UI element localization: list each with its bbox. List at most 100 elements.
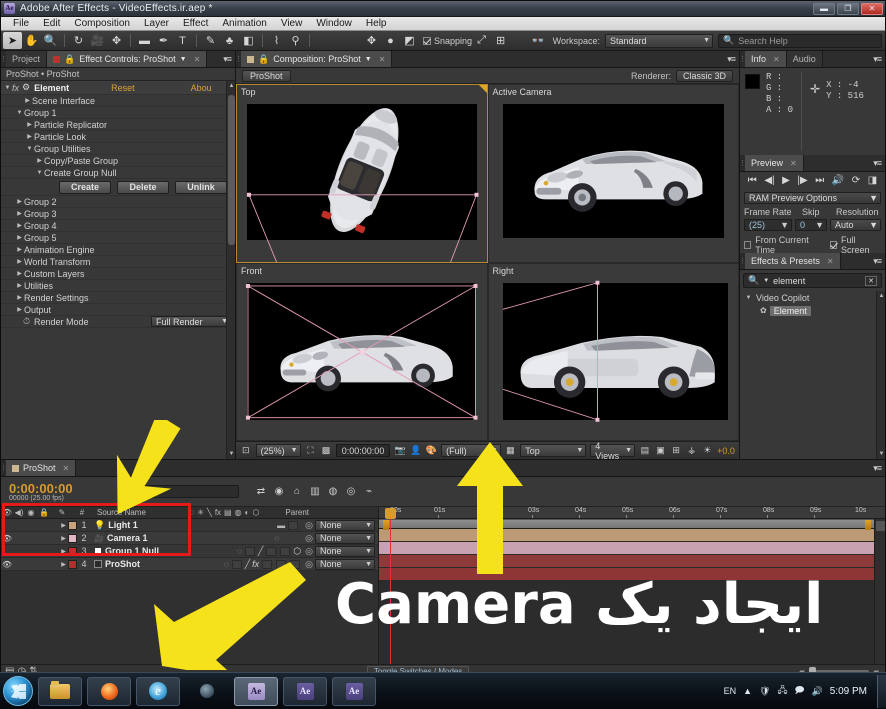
workspace-dropdown[interactable]: Standard ▼ — [605, 33, 713, 48]
disclosure-triangle-icon[interactable]: ▶ — [25, 121, 34, 128]
disclosure-triangle-icon[interactable]: ▶ — [15, 198, 24, 205]
property-row[interactable]: ▼ Group 1 — [1, 107, 235, 119]
viewport-active-camera[interactable]: Active Camera — [487, 84, 739, 263]
taskbar-media-button[interactable] — [185, 677, 229, 706]
3d-layer-icon[interactable]: ⬡ — [293, 546, 301, 557]
close-icon[interactable]: ✕ — [63, 464, 70, 473]
view-layout-dropdown[interactable]: Top ▼ — [520, 444, 587, 457]
parent-dropdown[interactable]: None ▼ — [315, 519, 375, 531]
video-toggle[interactable]: 👁 — [1, 534, 13, 543]
menu-animation[interactable]: Animation — [215, 17, 273, 31]
parent-dropdown[interactable]: None ▼ — [315, 532, 375, 544]
effect-controls-scrollbar[interactable]: ▲ ▼ — [226, 81, 235, 459]
frame-rate-dropdown[interactable]: (25) ▼ — [744, 219, 792, 231]
taskbar-ie-button[interactable] — [136, 676, 180, 706]
first-frame-button[interactable]: ⏮ — [748, 175, 757, 186]
lock-icon[interactable]: 🔒 — [64, 54, 75, 65]
taskbar-ae-button-3[interactable]: Ae — [332, 676, 376, 706]
parent-pick-whip-icon[interactable]: ◎ — [305, 520, 313, 531]
viewport-front[interactable]: Front — [236, 262, 488, 441]
layer-color-chip[interactable] — [68, 546, 77, 556]
about-link[interactable]: Abou — [191, 83, 212, 93]
menu-composition[interactable]: Composition — [67, 17, 137, 31]
action-center-icon[interactable]: 🗩 — [795, 683, 805, 699]
transparency-grid-icon[interactable]: ▩ — [320, 444, 332, 457]
layer-switch[interactable] — [288, 520, 299, 530]
puppet-tool-icon[interactable]: ⚲ — [286, 32, 305, 49]
switch-icons[interactable]: ▬ — [277, 521, 285, 530]
switch-icons[interactable]: ◌ — [237, 547, 242, 556]
tab-timeline-proshot[interactable]: ProShot ✕ — [6, 460, 77, 476]
eraser-tool-icon[interactable]: ◧ — [239, 32, 258, 49]
panel-menu-icon[interactable]: ▾≡ — [873, 463, 882, 474]
menu-view[interactable]: View — [274, 17, 310, 31]
lock-icon[interactable]: 🔒 — [258, 54, 269, 65]
draft-3d-icon[interactable]: ◉ — [271, 485, 287, 499]
disclosure-triangle-icon[interactable]: ▶ — [23, 97, 32, 104]
menu-help[interactable]: Help — [359, 17, 394, 31]
audio-button[interactable]: 🔊 — [832, 175, 844, 186]
network-icon[interactable]: 🖧 — [777, 683, 787, 699]
resolution-dropdown[interactable]: Auto ▼ — [830, 219, 881, 231]
zoom-tool-icon[interactable]: 🔍 — [41, 32, 60, 49]
comp-name-button[interactable]: ProShot — [242, 69, 291, 82]
property-row[interactable]: ▼ Create Group Null — [1, 167, 235, 179]
property-row[interactable]: ▶ Output — [1, 304, 235, 316]
brainstorm-icon[interactable]: ◎ — [343, 485, 359, 499]
disclosure-triangle-icon[interactable]: ▶ — [15, 282, 24, 289]
effects-list-scrollbar[interactable]: ▲ ▼ — [876, 291, 885, 459]
create-button[interactable]: Create — [59, 180, 111, 194]
security-icon[interactable]: 🛡 — [759, 686, 770, 697]
property-row[interactable]: ▶ Group 5 — [1, 232, 235, 244]
ram-preview-options-dropdown[interactable]: RAM Preview Options ▼ — [744, 192, 881, 204]
close-icon[interactable]: ✕ — [379, 55, 386, 64]
selection-tool-icon[interactable]: ➤ — [3, 32, 22, 49]
hide-shy-icon[interactable]: ⌂ — [289, 485, 305, 499]
camera-tool-icon[interactable]: 🎥 — [88, 32, 107, 49]
property-row[interactable]: ▶ Group 3 — [1, 208, 235, 220]
panel-menu-icon[interactable]: ▾≡ — [873, 256, 882, 267]
work-area-start-handle[interactable] — [383, 520, 389, 530]
language-indicator[interactable]: EN — [724, 686, 737, 696]
property-row[interactable]: ▶ Particle Look — [1, 131, 235, 143]
tab-project[interactable]: Project — [6, 51, 48, 67]
current-time-display[interactable]: 0:00:00:00 00000 (25.00 fps) — [1, 482, 119, 502]
effect-item-row[interactable]: ✿ Element — [740, 304, 885, 317]
scroll-up-icon[interactable]: ▲ — [227, 81, 235, 91]
scrollbar-thumb[interactable] — [228, 95, 235, 245]
safe-zones-icon[interactable]: ⊡ — [240, 444, 252, 457]
show-snapshot-icon[interactable]: 👤 — [410, 444, 422, 457]
minimize-button[interactable]: ▬ — [813, 2, 835, 15]
property-row[interactable]: ▶ Animation Engine — [1, 244, 235, 256]
layer-switch[interactable] — [266, 546, 277, 556]
snapping-toggle[interactable]: Snapping — [423, 36, 472, 46]
viewport-right[interactable]: Right — [487, 262, 739, 441]
show-desktop-button[interactable] — [877, 674, 886, 708]
effects-search-input[interactable]: 🔍 ▼ element ✕ — [743, 273, 882, 288]
taskbar-ae-button-1[interactable]: Ae — [234, 676, 278, 706]
current-time-indicator-head[interactable] — [385, 508, 396, 519]
exposure-value[interactable]: +0.0 — [717, 446, 735, 456]
property-row[interactable]: ▶ Group 4 — [1, 220, 235, 232]
camera-snapshot-icon[interactable]: 📷 — [394, 444, 406, 457]
views-count-dropdown[interactable]: 4 Views ▼ — [590, 441, 636, 461]
frame-blend-icon[interactable]: ▥ — [307, 485, 323, 499]
video-toggle[interactable]: 👁 — [1, 560, 13, 569]
tab-effect-controls[interactable]: 🔒 Effect Controls: ProShot ▼ ✕ — [47, 51, 208, 67]
hand-tool-icon[interactable]: ✋ — [22, 32, 41, 49]
disclosure-triangle-icon[interactable]: ▶ — [59, 561, 68, 568]
stopwatch-icon[interactable]: ⏱ — [23, 316, 30, 327]
chevron-down-icon[interactable]: ▼ — [365, 56, 372, 63]
previous-frame-button[interactable]: ◀| — [764, 175, 774, 186]
channel-icon[interactable]: 🎨 — [426, 444, 438, 457]
tab-effects-presets[interactable]: Effects & Presets ✕ — [745, 253, 841, 269]
start-button[interactable] — [3, 676, 33, 706]
disclosure-triangle-icon[interactable]: ▶ — [15, 306, 24, 313]
disclosure-triangle-icon[interactable]: ▶ — [25, 133, 34, 140]
disclosure-triangle-icon[interactable]: ▶ — [59, 548, 68, 555]
magnification-dropdown[interactable]: (25%) ▼ — [255, 444, 301, 457]
search-help-input[interactable]: 🔍 Search Help — [718, 33, 882, 48]
property-row[interactable]: ▼ Group Utilities — [1, 143, 235, 155]
disclosure-triangle-icon[interactable]: ▼ — [25, 146, 34, 152]
disclosure-triangle-icon[interactable]: ▶ — [15, 258, 24, 265]
